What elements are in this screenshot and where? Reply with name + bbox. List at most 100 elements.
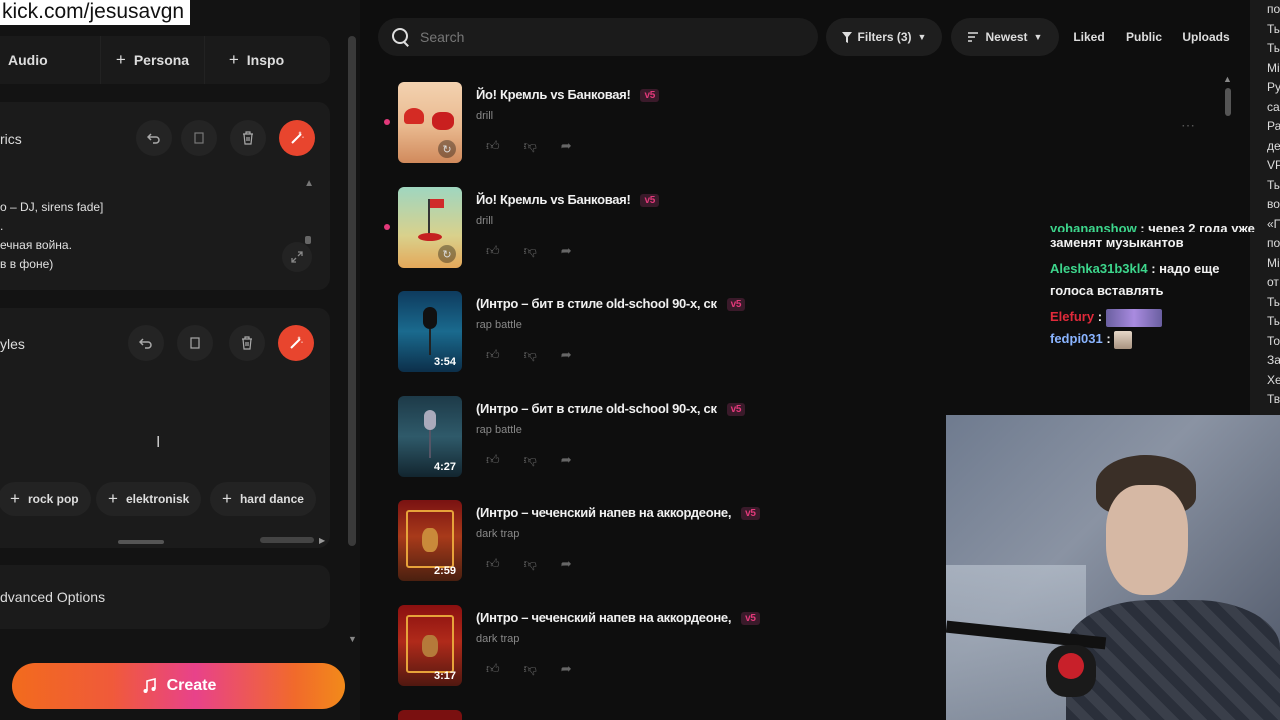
public-filter[interactable]: Public [1122,18,1166,56]
thumbs-down-icon[interactable]: 👎︎ [524,452,537,468]
share-icon[interactable]: ➦ [561,243,572,259]
panel-scroll-down-icon[interactable]: ▼ [348,634,357,644]
song-title[interactable]: (Интро – бит в стиле old-school 90-х, ск… [476,401,746,416]
style-chip-label: elektronisk [125,492,190,506]
style-chip[interactable]: + hard dance [210,482,316,516]
thumbs-down-icon[interactable]: 👎︎ [524,556,537,572]
more-options-icon[interactable]: ⋯ [1181,117,1195,134]
persona-tab[interactable]: + Persona [100,36,204,84]
chevron-down-icon: ▼ [1033,32,1043,42]
plus-icon: + [115,50,126,69]
thumbs-up-icon[interactable]: 👍︎ [486,243,500,259]
audio-tab[interactable]: Audio [0,36,100,84]
song-cover[interactable]: 3:54 [398,291,462,372]
chat-text: голоса вставлять [1050,283,1164,298]
song-genre[interactable]: rap battle [476,319,522,331]
liked-filter[interactable]: Liked [1068,18,1110,56]
song-genre[interactable]: drill [476,110,493,122]
create-button[interactable]: Create [12,663,345,709]
thumbs-up-icon[interactable]: 👍︎ [486,347,500,363]
thumbs-down-icon[interactable]: 👎︎ [524,243,537,259]
lyrics-line: ечная война. [0,238,72,252]
styles-input[interactable] [0,368,320,473]
list-scroll-up-icon[interactable]: ▲ [1223,74,1232,84]
advanced-options-card[interactable]: dvanced Options [0,565,330,629]
clear-button[interactable] [229,325,265,361]
new-indicator [384,224,390,230]
share-icon[interactable]: ➦ [561,452,572,468]
thumbs-up-icon[interactable]: 👍︎ [486,556,500,572]
undo-button[interactable] [136,120,172,156]
thumbs-down-icon[interactable]: 👎︎ [524,138,537,154]
song-title-text: (Интро – бит в стиле old-school 90-х, ск [476,401,717,416]
liked-label: Liked [1073,30,1105,44]
version-badge: v5 [741,612,760,625]
emote-image [1114,330,1133,349]
filters-button[interactable]: Filters (3) ▼ [826,18,942,56]
lyrics-line: в в фоне) [0,257,54,271]
chat-text: через 2 года уже [1148,221,1255,232]
chip-scrollbar-thumb[interactable] [260,537,314,543]
share-icon[interactable]: ➦ [561,138,572,154]
song-genre[interactable]: rap battle [476,424,522,436]
chat-line-fragment: Хе [1267,372,1280,387]
search-input[interactable] [420,29,800,45]
undo-button[interactable] [128,325,164,361]
thumbs-up-icon[interactable]: 👍︎ [486,138,500,154]
audio-tab-label: Audio [8,52,48,68]
copy-icon [194,132,204,144]
styles-title: yles [0,336,25,352]
version-badge: v5 [640,89,660,102]
song-title[interactable]: (Интро – чеченский напев на аккордеоне, v… [476,505,760,520]
lyrics-line: . [0,219,4,233]
thumbs-up-icon[interactable]: 👍︎ [486,452,500,468]
magic-wand-button[interactable] [279,120,315,156]
panel-scrollbar[interactable] [348,36,356,546]
inspo-tab[interactable]: + Inspo [204,36,308,84]
search-bar [378,18,818,56]
share-icon[interactable]: ➦ [561,347,572,363]
sort-dropdown[interactable]: Newest ▼ [951,18,1059,56]
song-title[interactable]: (Интро – чеченский напев на аккордеоне, v… [476,610,760,625]
thumbs-down-icon[interactable]: 👎︎ [524,347,537,363]
thumbs-up-icon[interactable]: 👍︎ [486,661,500,677]
style-chip[interactable]: + rock pop [0,482,91,516]
song-title[interactable]: (Интро – бит в стиле old-school 90-х, ск… [476,296,746,311]
copy-button[interactable] [177,325,213,361]
song-row[interactable]: ↻ Йо! Кремль vs Банковая! v5 drill 👍︎ 👎︎ ➦ … [384,82,1244,178]
share-icon[interactable]: ➦ [561,556,572,572]
song-cover[interactable]: ↻ [398,82,462,163]
song-genre[interactable]: dark trap [476,633,519,645]
copy-button[interactable] [181,120,217,156]
song-cover[interactable]: ↻ [398,187,462,268]
song-title[interactable]: Йо! Кремль vs Банковая! v5 [476,192,660,207]
song-title[interactable]: Йо! Кремль vs Банковая! v5 [476,87,660,102]
chat-text: надо еще [1159,261,1220,276]
share-icon[interactable]: ➦ [561,661,572,677]
song-genre[interactable]: drill [476,215,493,227]
chip-scroll-indicator[interactable] [118,540,164,544]
style-chip[interactable]: + elektronisk [96,482,202,516]
song-cover[interactable]: 4:27 [398,396,462,477]
expand-button[interactable] [282,242,312,272]
song-cover[interactable] [398,710,462,720]
uploads-filter[interactable]: Uploads [1180,18,1232,56]
plus-icon: + [222,489,232,508]
chat-username: Elefury [1050,309,1095,324]
version-badge: v5 [726,298,746,311]
clear-button[interactable] [230,120,266,156]
song-cover[interactable]: 2:59 [398,500,462,581]
song-actions: 👍︎ 👎︎ ➦ [486,661,572,677]
magic-wand-button[interactable] [278,325,314,361]
list-scrollbar-thumb[interactable] [1225,88,1231,116]
song-genre[interactable]: dark trap [476,528,519,540]
plus-icon: + [228,50,239,69]
chat-text: заменят музыкантов [1050,235,1184,250]
lyrics-scroll-up-icon[interactable]: ▲ [304,178,314,189]
chat-line-fragment: во [1267,197,1280,211]
lyrics-scroll-thumb[interactable] [305,236,311,244]
chip-scroll-right-icon[interactable]: ▶ [319,536,325,545]
lyrics-text[interactable]: o – DJ, sirens fade] . ечная война. в в … [0,198,103,274]
thumbs-down-icon[interactable]: 👎︎ [524,661,537,677]
song-cover[interactable]: 3:17 [398,605,462,686]
